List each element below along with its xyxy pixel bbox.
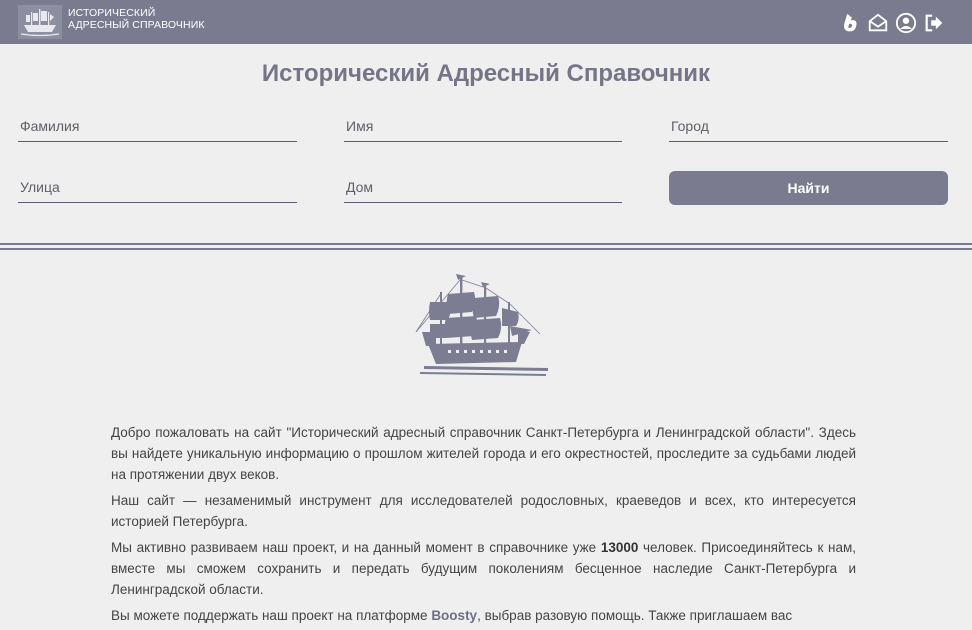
surname-field xyxy=(18,112,297,142)
search-button[interactable]: Найти xyxy=(669,171,948,205)
boosty-link[interactable]: Boosty xyxy=(431,608,477,623)
sailing-ship-icon xyxy=(415,274,548,376)
top-bar: ИСТОРИЧЕСКИЙ АДРЕСНЫЙ СПРАВОЧНИК xyxy=(0,0,972,44)
city-input[interactable] xyxy=(669,112,948,140)
user-icon[interactable] xyxy=(894,11,918,35)
street-field xyxy=(18,173,297,203)
house-input[interactable] xyxy=(344,173,622,201)
welcome-paragraph-1: Добро пожаловать на сайт "Исторический а… xyxy=(111,425,856,482)
welcome-text: Добро пожаловать на сайт "Исторический а… xyxy=(111,422,856,630)
section-divider xyxy=(0,243,972,250)
boosty-icon[interactable] xyxy=(838,11,862,35)
welcome-paragraph-4: Вы можете поддержать наш проект на платф… xyxy=(111,605,856,626)
people-count: 13000 xyxy=(600,540,639,555)
ship-logo-icon[interactable] xyxy=(18,5,62,39)
welcome-paragraph-2: Наш сайт — незаменимый инструмент для ис… xyxy=(111,493,856,529)
brand-line-1: ИСТОРИЧЕСКИЙ xyxy=(68,7,156,19)
paragraph-3-start: Мы активно развиваем наш проект, и на да… xyxy=(111,540,601,555)
street-input[interactable] xyxy=(18,173,297,201)
welcome-paragraph-3: Мы активно развиваем наш проект, и на да… xyxy=(111,537,856,600)
surname-input[interactable] xyxy=(18,112,297,140)
logout-icon[interactable] xyxy=(922,11,946,35)
mail-icon[interactable] xyxy=(866,11,890,35)
page-title: Исторический Адресный Справочник xyxy=(261,60,711,87)
name-field xyxy=(344,112,622,142)
brand-line-2: АДРЕСНЫЙ СПРАВОЧНИК xyxy=(68,19,205,31)
house-field xyxy=(344,173,622,203)
brand-text[interactable]: ИСТОРИЧЕСКИЙ АДРЕСНЫЙ СПРАВОЧНИК xyxy=(68,7,205,31)
paragraph-4-start: Вы можете поддержать наш проект на платф… xyxy=(111,608,432,623)
paragraph-4-end: , выбрав разовую помощь. Также приглашае… xyxy=(477,608,793,623)
city-field xyxy=(669,112,948,142)
header-icons xyxy=(838,10,946,36)
name-input[interactable] xyxy=(344,112,622,140)
